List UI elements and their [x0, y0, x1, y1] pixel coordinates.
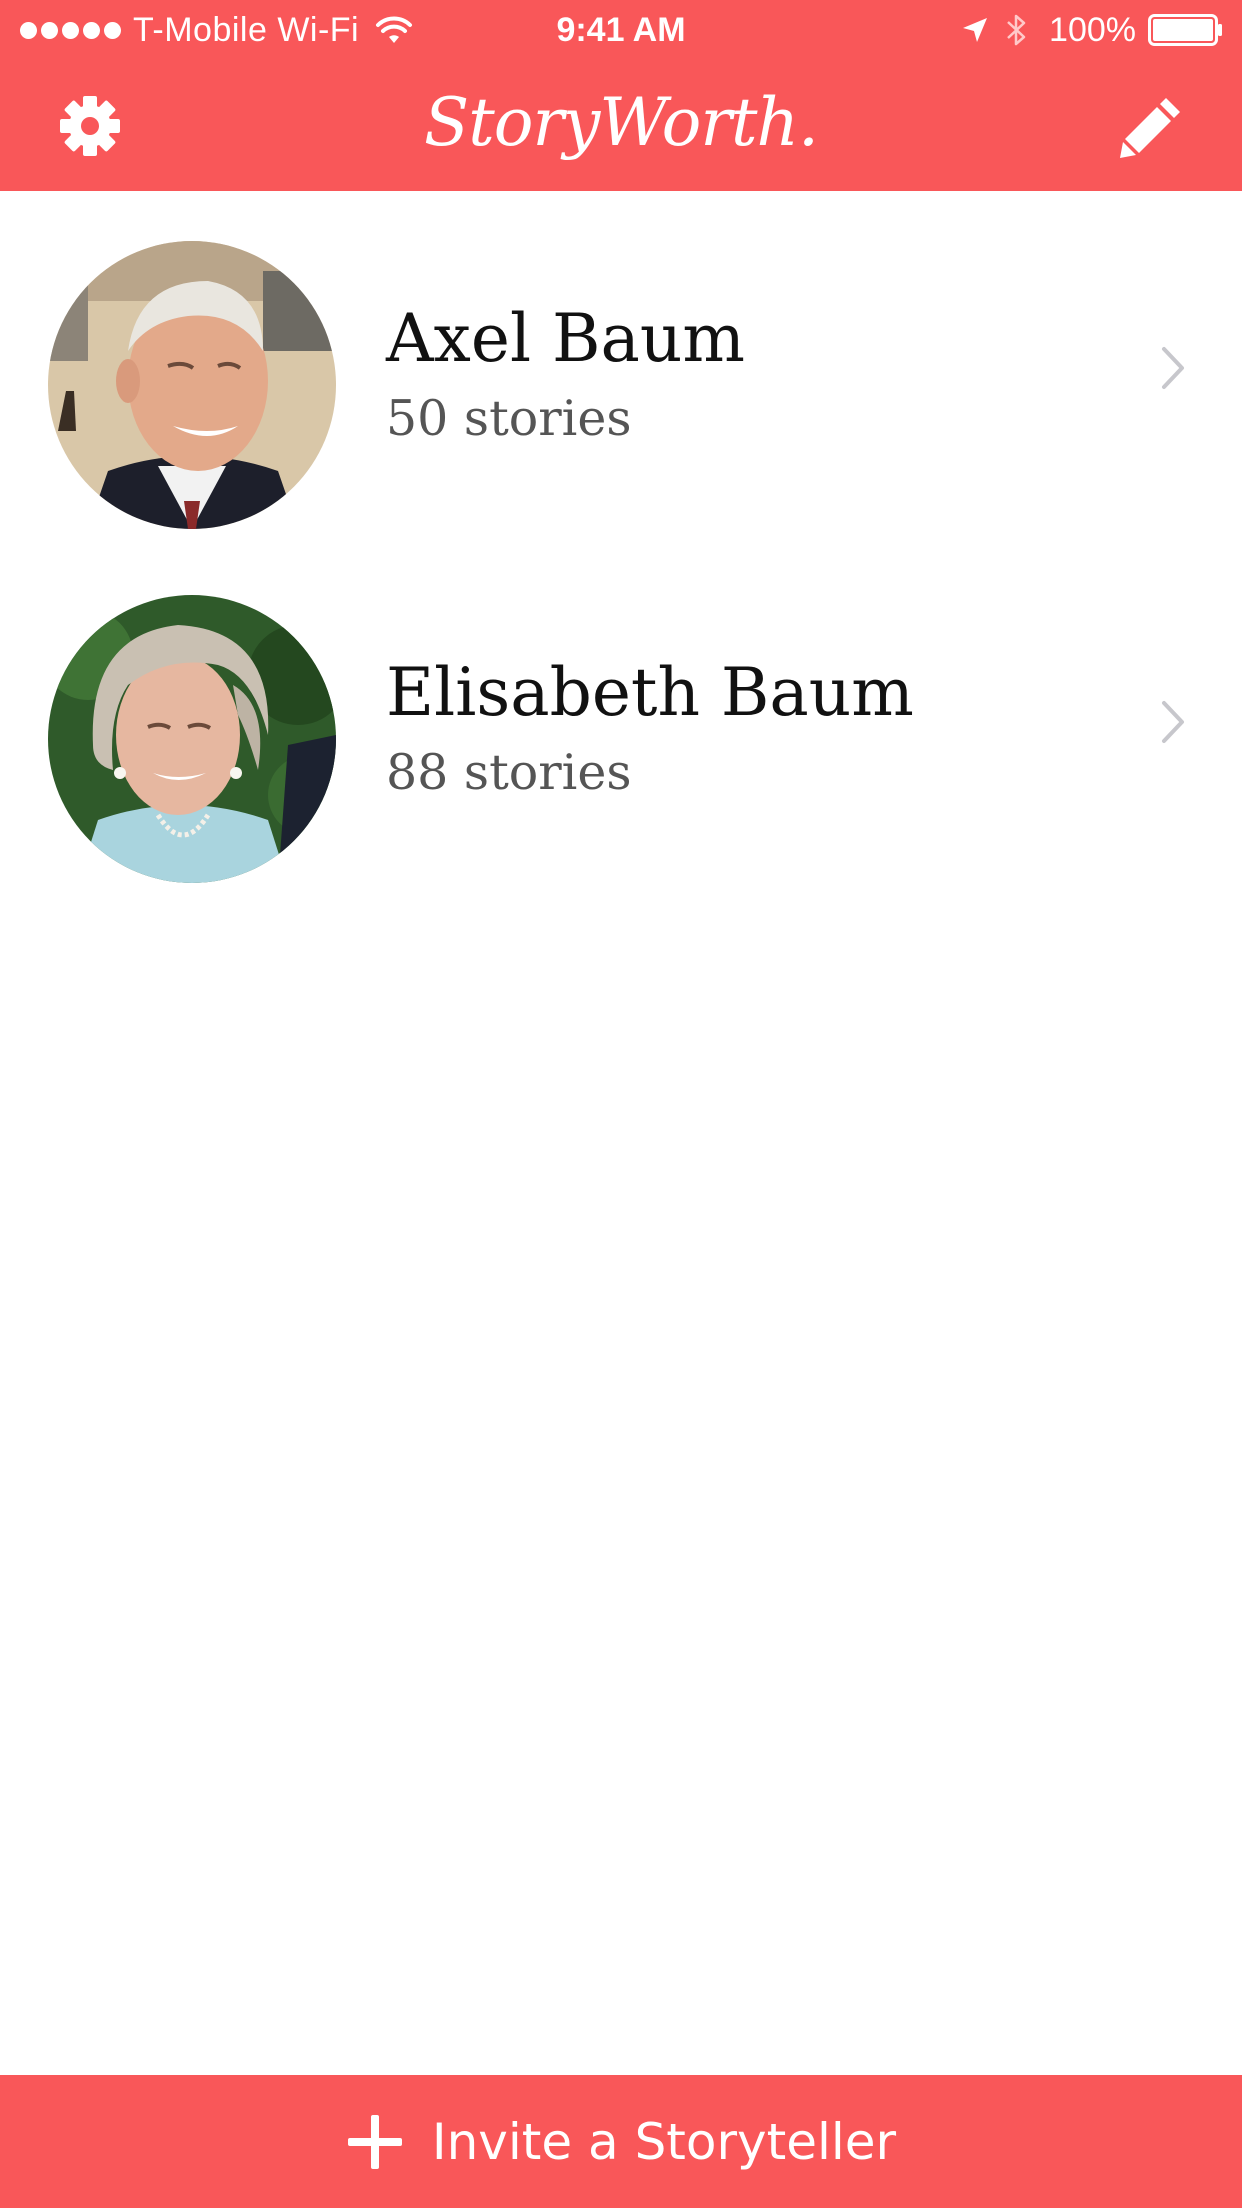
- location-icon: [963, 18, 988, 42]
- storyteller-text: Axel Baum 50 stories: [386, 299, 745, 459]
- avatar: [48, 241, 336, 529]
- storyteller-list: Axel Baum 50 stories Elisabeth Baum 88 s…: [0, 191, 1242, 899]
- story-count: 50 stories: [386, 390, 632, 447]
- plus-icon: [347, 2114, 402, 2169]
- compose-button[interactable]: [1092, 60, 1212, 191]
- invite-storyteller-button[interactable]: Invite a Storyteller: [0, 2075, 1242, 2208]
- storyteller-name: Axel Baum: [386, 300, 745, 377]
- navigation-bar: StoryWorth.: [0, 60, 1242, 191]
- storyteller-row-axel[interactable]: Axel Baum 50 stories: [0, 191, 1242, 545]
- story-count: 88 stories: [386, 744, 632, 801]
- avatar: [48, 595, 336, 883]
- battery-percentage: 100%: [1049, 10, 1136, 49]
- app-screen: T-Mobile Wi-Fi 9:41 AM 100% StoryWorth. …: [0, 0, 1242, 2208]
- storyteller-name: Elisabeth Baum: [386, 654, 914, 731]
- chevron-right-icon: [1160, 191, 1188, 545]
- avatar-photo: [48, 595, 336, 883]
- invite-label: Invite a Storyteller: [431, 2112, 897, 2171]
- app-logo-title: StoryWorth.: [424, 84, 819, 161]
- status-bar: T-Mobile Wi-Fi 9:41 AM 100%: [0, 0, 1242, 60]
- battery-icon: [1148, 14, 1222, 46]
- chevron-right-icon: [1160, 545, 1188, 899]
- storyteller-row-elisabeth[interactable]: Elisabeth Baum 88 stories: [0, 545, 1242, 899]
- avatar-photo: [48, 241, 336, 529]
- status-right: 100%: [961, 0, 1224, 60]
- pencil-icon: [1120, 97, 1180, 158]
- storyteller-text: Elisabeth Baum 88 stories: [386, 653, 914, 813]
- bluetooth-icon: [1007, 14, 1026, 46]
